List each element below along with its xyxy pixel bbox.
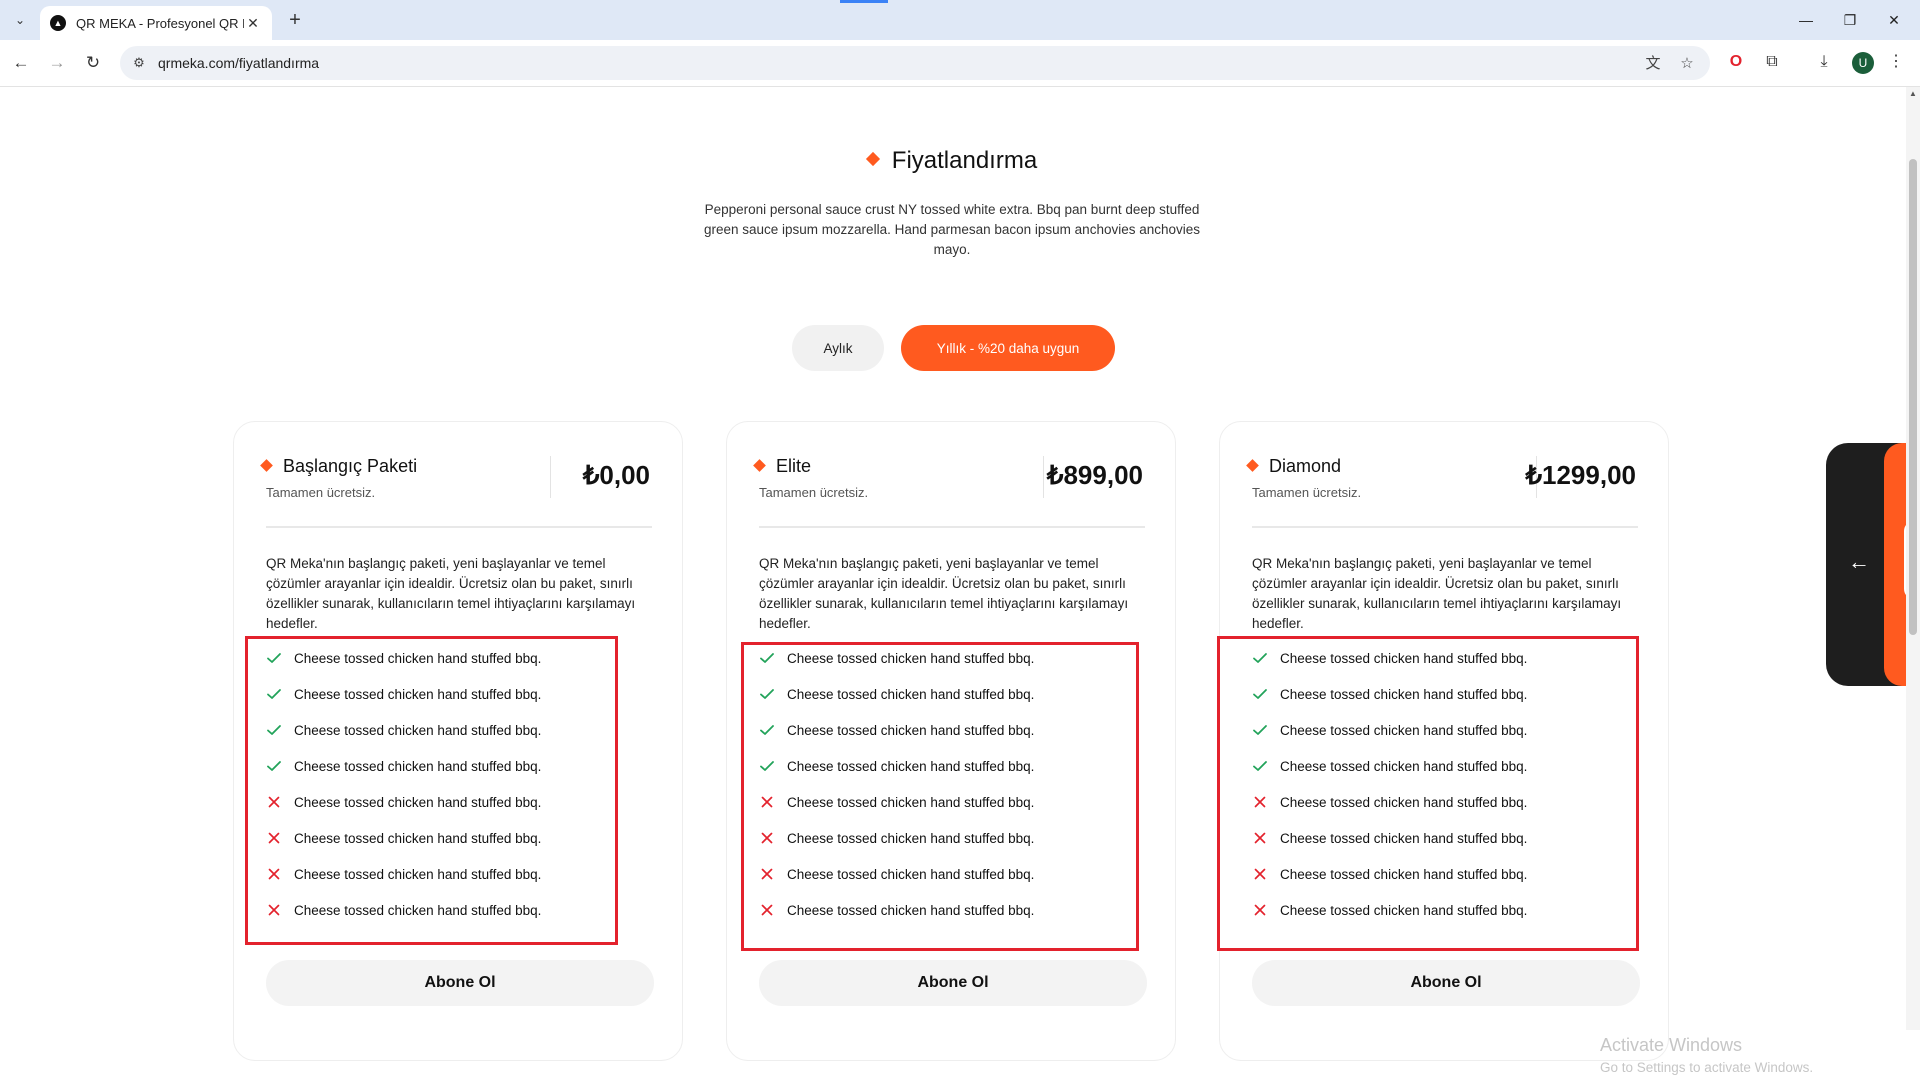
tab-strip-indicator	[840, 0, 888, 3]
translate-icon[interactable]: 文	[1642, 53, 1664, 75]
activation-title: Activate Windows	[1600, 1035, 1743, 1055]
new-tab-icon[interactable]: +	[282, 8, 308, 34]
plan-title: Diamond	[1246, 456, 1342, 477]
plan-description: QR Meka'nın başlangıç paketi, yeni başla…	[1252, 556, 1622, 631]
diamond-icon	[753, 458, 766, 472]
plan-subtitle: Tamamen ücretsiz.	[759, 485, 869, 500]
diamond-icon	[260, 458, 273, 472]
url-text[interactable]: qrmeka.com/fiyatlandırma	[158, 55, 319, 71]
monthly-toggle-button[interactable]: Aylık	[792, 325, 884, 371]
plan-subtitle: Tamamen ücretsiz.	[1252, 485, 1362, 500]
plan-name: Elite	[776, 456, 812, 476]
forward-icon[interactable]: →	[44, 50, 70, 76]
site-favicon-icon: ▲	[50, 15, 66, 31]
divider	[759, 526, 1145, 528]
site-settings-icon[interactable]: ⚙	[130, 54, 148, 72]
bookmark-star-icon[interactable]: ☆	[1676, 53, 1698, 75]
divider	[1252, 526, 1638, 528]
page-title: Fiyatlandırma	[891, 147, 1038, 174]
close-tab-icon[interactable]: ✕	[244, 15, 262, 32]
divider	[550, 456, 551, 498]
address-bar[interactable]: ⚙ qrmeka.com/fiyatlandırma 文 ☆	[120, 46, 1710, 80]
activation-subtitle: Go to Settings to activate Windows.	[1600, 1060, 1814, 1075]
download-icon[interactable]: ⤓	[1812, 50, 1836, 74]
intro-text: Pepperoni personal sauce crust NY tossed…	[703, 202, 1201, 257]
tab-title: QR MEKA - Profesyonel QR Menü	[76, 15, 244, 31]
back-icon[interactable]: ←	[8, 50, 34, 76]
browser-toolbar: ← → ↻ ⚙ qrmeka.com/fiyatlandırma 文 ☆ O ⧉…	[0, 40, 1920, 87]
page-scrollbar[interactable]: ▲	[1906, 87, 1920, 1030]
tab-strip: ⌄ ▲ QR MEKA - Profesyonel QR Menü ✕ + — …	[0, 0, 1920, 40]
plan-description: QR Meka'nın başlangıç paketi, yeni başla…	[266, 556, 636, 631]
plan-title: Başlangıç Paketi	[260, 456, 418, 477]
plan-price: ₺1299,00	[1525, 460, 1636, 490]
arrow-left-icon[interactable]: ←	[1848, 549, 1870, 575]
plan-subtitle: Tamamen ücretsiz.	[266, 485, 376, 500]
subscribe-button[interactable]: Abone Ol	[1252, 960, 1640, 1006]
extensions-icon[interactable]: ⧉	[1760, 50, 1784, 74]
opera-extension-icon[interactable]: O	[1724, 50, 1748, 74]
scroll-up-icon[interactable]: ▲	[1908, 89, 1918, 98]
highlight-box	[245, 636, 618, 945]
diamond-icon	[1246, 458, 1259, 472]
plan-description: QR Meka'nın başlangıç paketi, yeni başla…	[759, 556, 1129, 631]
plan-name: Diamond	[1269, 456, 1342, 476]
reload-icon[interactable]: ↻	[80, 50, 106, 76]
highlight-box	[741, 642, 1139, 951]
tab-search-icon[interactable]: ⌄	[8, 8, 32, 32]
plan-price: ₺899,00	[1046, 460, 1143, 490]
diamond-icon	[865, 151, 880, 166]
menu-icon[interactable]: ⋮	[1884, 50, 1908, 74]
close-window-icon[interactable]: ✕	[1866, 0, 1920, 40]
subscribe-button[interactable]: Abone Ol	[759, 960, 1147, 1006]
divider	[266, 526, 652, 528]
subscribe-button[interactable]: Abone Ol	[266, 960, 654, 1006]
windows-activation-notice: Activate Windows Go to Settings to activ…	[1600, 1035, 1813, 1075]
page-heading: Fiyatlandırma	[0, 147, 1905, 175]
divider	[1043, 456, 1044, 498]
profile-avatar[interactable]: U	[1852, 52, 1874, 74]
scrollbar-thumb[interactable]	[1909, 159, 1917, 635]
yearly-toggle-button[interactable]: Yıllık - %20 daha uygun	[901, 325, 1115, 371]
plan-name: Başlangıç Paketi	[283, 456, 418, 476]
page-content: Fiyatlandırma Pepperoni personal sauce c…	[0, 87, 1905, 1075]
plan-title: Elite	[753, 456, 812, 477]
active-tab[interactable]: ▲ QR MEKA - Profesyonel QR Menü ✕	[40, 6, 272, 40]
plan-price: ₺0,00	[582, 460, 650, 490]
highlight-box	[1217, 636, 1639, 951]
